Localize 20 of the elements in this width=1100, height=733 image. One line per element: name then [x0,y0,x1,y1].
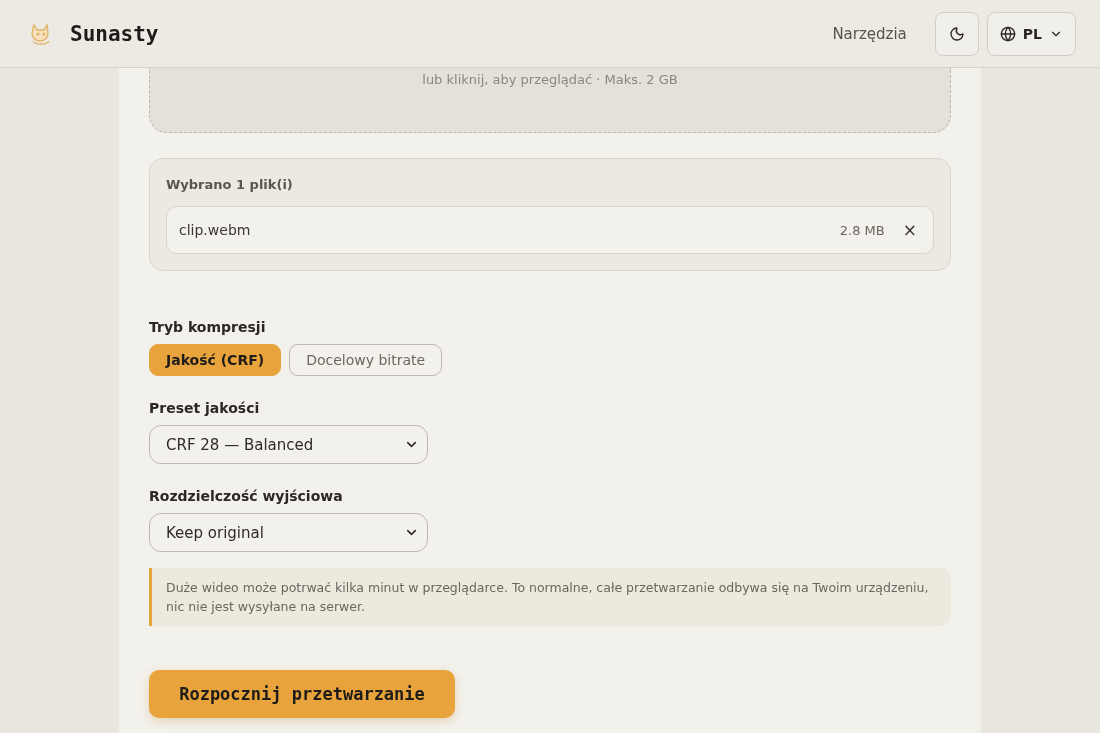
file-name: clip.webm [179,222,252,238]
field-label: Tryb kompresji [149,319,267,335]
language-button[interactable]: PL [986,11,1076,56]
panel-title: Wybrano 1 plik(i) [166,177,294,192]
start-button[interactable]: Rozpocznij przetwarzanie [149,670,455,718]
brand-name: Sunasty [70,21,159,46]
file-size: 2.8 MB [839,222,885,238]
info-notice: Duże wideo może potrwać kilka minut w przeglądarce. To normalne, całe przetwarzanie odbywa się na Twoim urządzeniu, nic nie jest wysyłane na serwer. [149,568,951,626]
mode-option[interactable]: Docelowy bitrate [289,344,443,376]
remove-button[interactable]: × [898,220,921,240]
nav-link[interactable]: Narzędzia [832,24,907,43]
field-label: Rozdzielczość wyjściowa [149,488,344,504]
mode-option[interactable]: Jakość (CRF) [149,344,282,376]
globe-icon [999,25,1016,42]
theme-toggle-button[interactable] [934,11,979,56]
field-label: Preset jakości [149,400,261,416]
resolution-select[interactable]: Keep original [149,513,428,552]
preset-select[interactable]: CRF 28 — Balanced [149,425,428,464]
moon-icon [948,25,965,42]
drop-hint: lub kliknij, aby przeglądać · Maks. 2 GB [422,72,678,88]
